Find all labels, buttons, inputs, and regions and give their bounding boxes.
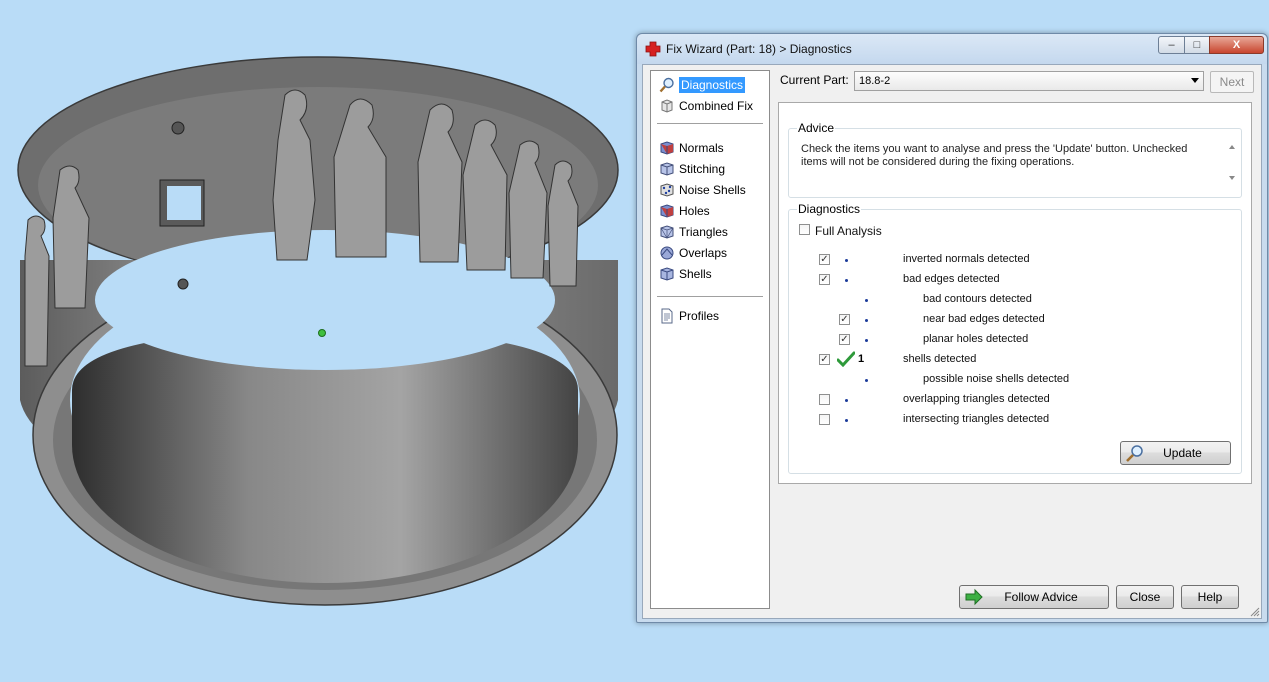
- nav-item-label: Normals: [679, 141, 724, 155]
- intersecting-triangles-checkbox[interactable]: [819, 414, 830, 425]
- overlaps-icon: [660, 246, 674, 260]
- advice-scrollbar[interactable]: [1227, 141, 1237, 189]
- nav-item-label: Overlaps: [679, 246, 728, 260]
- window-close-button[interactable]: X: [1209, 36, 1264, 54]
- nav-item-diagnostics[interactable]: Diagnostics: [657, 75, 765, 95]
- status-dot: [845, 259, 848, 262]
- diagnostics-group: Diagnostics Full Analysis ✓ inverted nor…: [788, 202, 1242, 474]
- nav-item-label: Noise Shells: [679, 183, 746, 197]
- magnifier-icon: [1126, 445, 1143, 462]
- cube-normals-icon: [660, 141, 674, 155]
- nav-item-overlaps[interactable]: Overlaps: [657, 243, 765, 263]
- cube-stitching-icon: [660, 162, 674, 176]
- overlapping-triangles-checkbox[interactable]: [819, 394, 830, 405]
- help-button[interactable]: Help: [1181, 585, 1239, 609]
- diag-item-label: bad edges detected: [903, 273, 1000, 285]
- status-dot: [845, 399, 848, 402]
- shells-count: 1: [858, 353, 865, 365]
- follow-advice-button[interactable]: Follow Advice: [959, 585, 1109, 609]
- nav-item-combined-fix[interactable]: Combined Fix: [657, 96, 765, 116]
- near-bad-edges-checkbox[interactable]: ✓: [839, 314, 850, 325]
- diag-item-label: intersecting triangles detected: [903, 413, 1050, 425]
- nav-item-label: Shells: [679, 267, 712, 281]
- red-cross-icon: [645, 41, 661, 57]
- dialog-title: Fix Wizard (Part: 18) > Diagnostics: [666, 42, 852, 56]
- maximize-button[interactable]: □: [1184, 36, 1210, 54]
- wizard-nav-panel: Diagnostics Combined Fix Normals Stitchi…: [650, 70, 770, 609]
- cube-holes-icon: [660, 204, 674, 218]
- nav-item-profiles[interactable]: Profiles: [657, 306, 765, 326]
- ring-model[interactable]: [17, 56, 619, 606]
- scroll-up-icon: [1229, 145, 1235, 149]
- chevron-down-icon: [1191, 78, 1199, 83]
- diag-item-label: overlapping triangles detected: [903, 393, 1050, 405]
- nav-item-label: Triangles: [679, 225, 728, 239]
- planar-holes-checkbox[interactable]: ✓: [839, 334, 850, 345]
- current-part-select[interactable]: 18.8-2: [854, 71, 1204, 91]
- noise-shells-icon: [660, 183, 674, 197]
- green-check-icon: [837, 351, 855, 367]
- 3d-viewport[interactable]: [0, 0, 636, 682]
- diag-item-label: inverted normals detected: [903, 253, 1030, 265]
- diagnostics-panel: Advice Check the items you want to analy…: [778, 102, 1252, 484]
- advice-text: Check the items you want to analyse and …: [801, 143, 1188, 168]
- nav-item-label: Diagnostics: [679, 77, 746, 93]
- update-button[interactable]: Update: [1120, 441, 1231, 465]
- green-arrow-icon: [965, 588, 983, 606]
- status-dot: [865, 339, 868, 342]
- resize-grip-icon[interactable]: [1250, 607, 1260, 617]
- status-dot: [865, 379, 868, 382]
- cube-icon: [661, 99, 673, 113]
- nav-item-stitching[interactable]: Stitching: [657, 159, 765, 179]
- diag-item-label: bad contours detected: [923, 293, 1032, 305]
- document-icon: [661, 308, 673, 324]
- current-part-value: 18.8-2: [859, 75, 891, 87]
- advice-title: Advice: [797, 121, 836, 135]
- fix-wizard-dialog: Fix Wizard (Part: 18) > Diagnostics – □ …: [636, 33, 1268, 623]
- next-button[interactable]: Next: [1210, 71, 1254, 93]
- nav-item-label: Combined Fix: [679, 99, 754, 113]
- diag-item-label: planar holes detected: [923, 333, 1029, 345]
- status-dot: [865, 319, 868, 322]
- nav-item-label: Holes: [679, 204, 710, 218]
- status-dot: [845, 279, 848, 282]
- shells-icon: [660, 267, 674, 281]
- advice-group: Advice Check the items you want to analy…: [788, 121, 1242, 198]
- diag-item-label: possible noise shells detected: [923, 373, 1070, 385]
- dialog-titlebar[interactable]: Fix Wizard (Part: 18) > Diagnostics – □ …: [637, 34, 1267, 64]
- diagnostics-title: Diagnostics: [797, 202, 862, 216]
- magnifier-icon: [659, 77, 674, 93]
- inverted-normals-checkbox[interactable]: ✓: [819, 254, 830, 265]
- diag-item-label: near bad edges detected: [923, 313, 1045, 325]
- nav-separator: [657, 296, 763, 297]
- diag-item-label: shells detected: [903, 353, 977, 365]
- nav-separator: [657, 123, 763, 124]
- nav-item-label: Stitching: [679, 162, 726, 176]
- bad-edges-checkbox[interactable]: ✓: [819, 274, 830, 285]
- nav-item-triangles[interactable]: Triangles: [657, 222, 765, 242]
- shells-checkbox[interactable]: ✓: [819, 354, 830, 365]
- nav-item-shells[interactable]: Shells: [657, 264, 765, 284]
- nav-item-holes[interactable]: Holes: [657, 201, 765, 221]
- nav-item-label: Profiles: [679, 309, 720, 323]
- full-analysis-checkbox[interactable]: [799, 224, 810, 235]
- nav-item-noise-shells[interactable]: Noise Shells: [657, 180, 765, 200]
- status-dot: [865, 299, 868, 302]
- current-part-label: Current Part:: [780, 73, 849, 87]
- dialog-client: Diagnostics Combined Fix Normals Stitchi…: [642, 64, 1262, 619]
- update-label: Update: [1163, 446, 1202, 460]
- follow-advice-label: Follow Advice: [1004, 590, 1078, 604]
- minimize-button[interactable]: –: [1158, 36, 1185, 54]
- cube-triangles-icon: [660, 225, 674, 239]
- status-dot: [845, 419, 848, 422]
- scroll-down-icon: [1229, 176, 1235, 180]
- close-button[interactable]: Close: [1116, 585, 1174, 609]
- nav-item-normals[interactable]: Normals: [657, 138, 765, 158]
- full-analysis-label: Full Analysis: [815, 224, 882, 238]
